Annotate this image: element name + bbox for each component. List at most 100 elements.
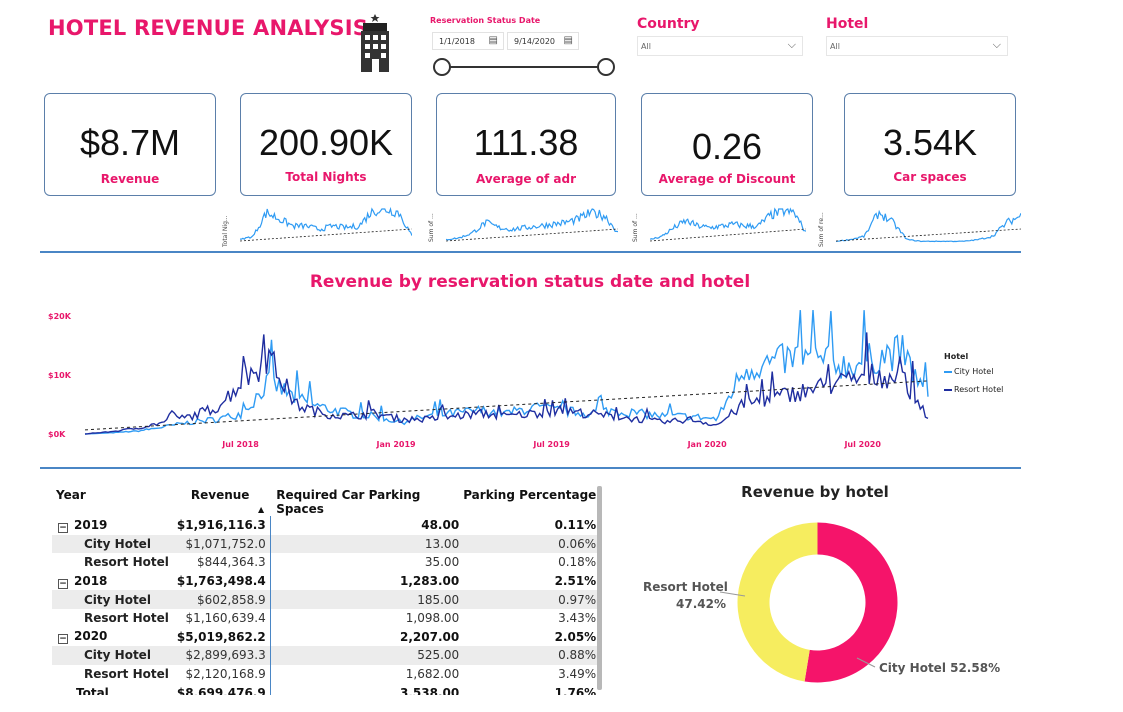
x-tick-label: Jul 2019 — [532, 440, 570, 449]
column-header-parking[interactable]: Required Car Parking Spaces — [270, 485, 463, 516]
cell-revenue-text: $844,364.3 — [196, 555, 266, 570]
sparkline-adr — [446, 208, 618, 242]
kpi-card-average-adr: 111.38 Average of adr — [436, 93, 616, 196]
legend-label: City Hotel — [954, 367, 994, 376]
cell-revenue-text: $2,120,168.9 — [185, 667, 266, 682]
cell-label: −2020 — [52, 628, 173, 647]
sparkline-path — [836, 209, 1021, 243]
collapse-toggle-icon[interactable]: − — [58, 578, 68, 589]
x-tick-label: Jan 2020 — [687, 440, 728, 449]
cell-parking: 1,682.00 — [270, 665, 463, 684]
total-cell: 1.76% — [554, 685, 597, 695]
cell-parking: 1,098.00 — [270, 609, 463, 628]
cell-revenue-text: $602,858.9 — [196, 592, 266, 607]
x-tick-label: Jan 2019 — [376, 440, 417, 449]
chart-legend: Hotel City Hotel Resort Hotel — [944, 352, 1003, 403]
cell-percentage-text: 0.06% — [558, 536, 597, 551]
sparkline-axis-label: Sum of re... — [818, 212, 825, 247]
kpi-caption: Total Nights — [285, 170, 367, 184]
cell-revenue: $844,364.3 — [172, 553, 271, 572]
date-range-slicer: Reservation Status Date 1/1/2018 ▤ 9/14/… — [430, 16, 620, 82]
cell-parking: 1,283.00 — [270, 572, 463, 591]
total-cell: 3,538.00 — [399, 685, 460, 695]
cell-parking: 48.00 — [270, 516, 463, 535]
y-tick-label: $0K — [48, 430, 66, 439]
cell-percentage: 0.06% — [463, 535, 600, 554]
hotel-dropdown[interactable]: All ⌵ — [826, 36, 1008, 56]
date-slider-start-handle[interactable] — [433, 58, 451, 76]
cell-label-text: 2018 — [74, 573, 108, 588]
cell-label-text: Resort Hotel — [84, 667, 169, 682]
kpi-value: 0.26 — [691, 126, 763, 167]
column-header-year[interactable]: Year — [52, 485, 173, 516]
table-scrollbar[interactable] — [597, 486, 602, 690]
kpi-value: 3.54K — [882, 122, 978, 163]
cell-parking-text: 525.00 — [417, 648, 460, 663]
cell-label-text: City Hotel — [84, 536, 151, 551]
hotel-label: Hotel — [826, 16, 869, 32]
cell-percentage-text: 0.97% — [558, 592, 597, 607]
cell-percentage-text: 3.43% — [558, 611, 597, 626]
section-divider — [40, 251, 1021, 253]
sparkline-trend — [836, 228, 1021, 242]
cell-revenue: $5,019,862.2 — [172, 627, 271, 647]
cell-percentage-text: 3.49% — [558, 667, 597, 682]
cell-revenue-text: $1,916,116.3 — [176, 518, 266, 533]
cell-revenue-text: $1,763,498.4 — [176, 574, 266, 589]
section-divider — [40, 467, 1021, 469]
cell-percentage: 0.88% — [463, 646, 600, 665]
cell-label: −2018 — [52, 572, 173, 591]
kpi-caption: Average of adr — [476, 172, 576, 186]
calendar-icon[interactable]: ▤ — [564, 35, 573, 46]
column-header-percentage[interactable]: Parking Percentage — [463, 485, 600, 516]
country-label: Country — [637, 16, 700, 32]
cell-parking-text: 35.00 — [424, 555, 460, 570]
calendar-icon[interactable]: ▤ — [489, 35, 498, 46]
date-slider-track[interactable] — [442, 66, 606, 68]
x-tick-label: Jul 2018 — [221, 440, 259, 449]
cell-revenue: $2,899,693.3 — [172, 646, 271, 665]
date-slider-end-handle[interactable] — [597, 58, 615, 76]
table-row-hotel: City Hotel $602,858.9 185.00 0.97% — [52, 590, 601, 609]
table-row-total: Total $8,699,476.9 3,538.00 1.76% — [52, 683, 600, 695]
legend-item-resort[interactable]: Resort Hotel — [944, 385, 1003, 394]
legend-label: Resort Hotel — [954, 385, 1004, 394]
table-row-hotel: City Hotel $1,071,752.0 13.00 0.06% — [52, 534, 601, 554]
cell-label: Resort Hotel — [52, 553, 173, 572]
sort-indicator-icon[interactable]: ▲ — [258, 505, 264, 514]
cell-parking: 13.00 — [270, 535, 463, 554]
sparkline-trend — [650, 228, 806, 242]
start-date-input[interactable]: 1/1/2018 ▤ — [432, 32, 504, 50]
donut-leader-lines — [719, 591, 876, 668]
revenue-matrix-table: Year Revenue Required Car Parking Spaces… — [52, 485, 602, 695]
hotel-slicer: Hotel All ⌵ — [826, 16, 1008, 56]
legend-item-city[interactable]: City Hotel — [944, 367, 1003, 376]
series-line-city-hotel — [84, 310, 929, 435]
total-cell: Total — [76, 685, 109, 695]
sparkline-axis-label: Total Nig... — [222, 215, 229, 247]
kpi-card-revenue: $8.7M Revenue — [44, 93, 216, 196]
country-dropdown[interactable]: All ⌵ — [637, 36, 803, 56]
hotel-value: All — [830, 42, 840, 51]
kpi-value: $8.7M — [79, 122, 181, 163]
cell-percentage: 2.05% — [463, 628, 600, 647]
cell-revenue-text: $2,899,693.3 — [185, 648, 266, 663]
cell-parking-text: 13.00 — [424, 536, 460, 551]
kpi-caption: Average of Discount — [658, 172, 796, 186]
cell-revenue: $1,763,498.4 — [172, 571, 271, 591]
cell-label: Resort Hotel — [52, 665, 173, 684]
end-date-input[interactable]: 9/14/2020 ▤ — [507, 32, 579, 50]
end-date-value: 9/14/2020 — [514, 37, 556, 46]
cell-label: City Hotel — [52, 590, 173, 609]
cell-parking-text: 1,682.00 — [405, 667, 460, 682]
cell-revenue: $1,160,639.4 — [172, 608, 271, 628]
collapse-toggle-icon[interactable]: − — [58, 634, 68, 645]
cell-parking-text: 1,098.00 — [405, 611, 460, 626]
collapse-toggle-icon[interactable]: − — [58, 522, 68, 533]
sparkline-trend — [240, 228, 412, 242]
cell-label-text: 2020 — [74, 629, 108, 644]
sparkline-car-spaces — [836, 209, 1021, 243]
cell-percentage: 2.51% — [463, 572, 600, 591]
table-row-hotel: Resort Hotel $1,160,639.4 1,098.00 3.43% — [52, 608, 601, 628]
column-header-revenue[interactable]: Revenue — [173, 485, 270, 516]
